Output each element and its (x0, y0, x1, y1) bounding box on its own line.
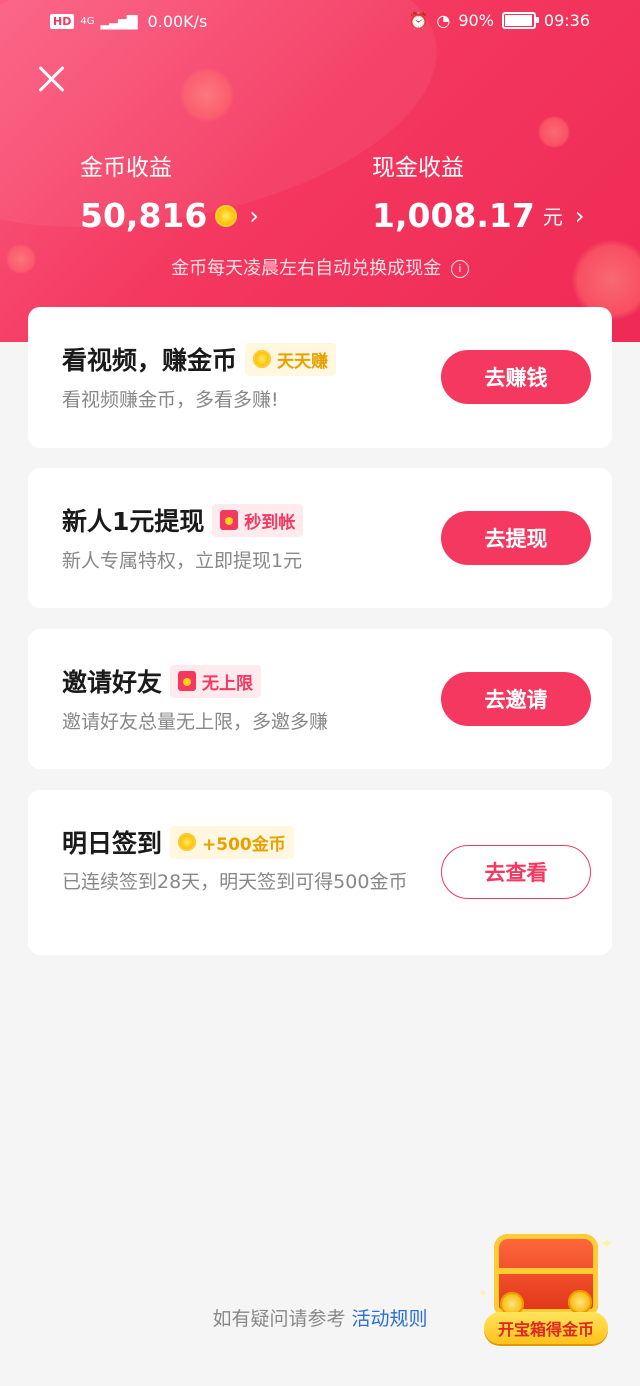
signal-icon: ▂▃▅▇ (100, 13, 137, 30)
task-subtitle: 已连续签到28天，明天签到可得500金币 (62, 871, 408, 893)
coin-icon (215, 204, 238, 227)
coin-icon (178, 833, 197, 851)
coin-earnings[interactable]: 金币收益 50,816 › (80, 148, 259, 235)
close-icon[interactable] (34, 60, 70, 96)
decor-bokeh (180, 68, 234, 122)
battery-icon (501, 12, 539, 29)
exchange-note-text: 金币每天凌晨左右自动兑换成现金 (171, 258, 442, 279)
task-title: 邀请好友 (62, 668, 163, 697)
exchange-note: 金币每天凌晨左右自动兑换成现金 i (0, 254, 640, 280)
invite-button[interactable]: 去邀请 (441, 672, 591, 726)
coin-icon (568, 1290, 592, 1314)
coin-earnings-label: 金币收益 (80, 155, 172, 181)
info-icon[interactable]: i (450, 260, 469, 278)
task-title: 看视频，赚金币 (62, 346, 238, 375)
network-speed: 0.00K/s (147, 12, 208, 31)
battery-percent: 90% (458, 11, 494, 30)
task-subtitle: 邀请好友总量无上限，多邀多赚 (62, 711, 329, 733)
speed-icon: ◔ (436, 11, 451, 30)
task-tag: 秒到帐 (212, 503, 304, 537)
task-subtitle: 新人专属特权，立即提现1元 (62, 550, 303, 572)
footer-text: 如有疑问请参考 (212, 1308, 346, 1330)
earn-money-button[interactable]: 去赚钱 (441, 350, 591, 404)
task-tag-label: 天天赚 (277, 351, 329, 372)
earnings-header: HD 4G ▂▃▅▇ 0.00K/s ⏰ ◔ 90% 09:36 金币收益 50… (0, 0, 640, 342)
chevron-right-icon: › (574, 201, 585, 230)
task-title: 新人1元提现 (62, 507, 205, 536)
task-title: 明日签到 (62, 829, 163, 858)
task-tag-label: +500金币 (202, 834, 286, 855)
decor-bokeh (538, 116, 570, 148)
task-card-new-user-withdraw: 新人1元提现 秒到帐 新人专属特权，立即提现1元 去提现 (28, 468, 612, 608)
task-subtitle: 看视频赚金币，多看多赚! (62, 389, 279, 411)
status-bar: HD 4G ▂▃▅▇ 0.00K/s ⏰ ◔ 90% 09:36 (0, 0, 640, 44)
rules-link[interactable]: 活动规则 (352, 1308, 428, 1330)
task-tag: 天天赚 (245, 342, 337, 376)
withdraw-button[interactable]: 去提现 (441, 511, 591, 565)
treasure-chest-button[interactable]: ✦ ✦ 开宝箱得金币 (478, 1228, 618, 1348)
alarm-icon: ⏰ (408, 11, 429, 30)
sparkle-icon: ✦ (478, 1286, 489, 1300)
sparkle-icon: ✦ (600, 1234, 614, 1253)
task-card-invite-friends: 邀请好友 无上限 邀请好友总量无上限，多邀多赚 去邀请 (28, 629, 612, 769)
task-card-watch-video: 看视频，赚金币 天天赚 看视频赚金币，多看多赚! 去赚钱 (28, 307, 612, 448)
task-tag-label: 秒到帐 (244, 512, 296, 533)
cash-earnings-amount: 1,008.17 (372, 196, 535, 235)
hd-icon: HD (50, 14, 75, 29)
clock: 09:36 (543, 11, 590, 30)
network-type: 4G (80, 16, 95, 27)
coin-icon (253, 350, 272, 368)
cash-earnings-label: 现金收益 (372, 155, 464, 181)
red-packet-icon (178, 671, 197, 691)
view-checkin-button[interactable]: 去查看 (441, 845, 591, 899)
chevron-right-icon: › (249, 201, 259, 230)
treasure-label: 开宝箱得金币 (484, 1312, 608, 1344)
task-tag: 无上限 (170, 664, 262, 698)
task-tag: +500金币 (170, 825, 294, 859)
cash-unit: 元 (542, 205, 563, 229)
task-card-daily-checkin: 明日签到 +500金币 已连续签到28天，明天签到可得500金币 去查看 (28, 790, 612, 955)
coin-earnings-amount: 50,816 (80, 196, 208, 235)
task-tag-label: 无上限 (202, 673, 254, 694)
red-packet-icon (220, 510, 239, 530)
cash-earnings[interactable]: 现金收益 1,008.17 元 › (372, 148, 584, 235)
